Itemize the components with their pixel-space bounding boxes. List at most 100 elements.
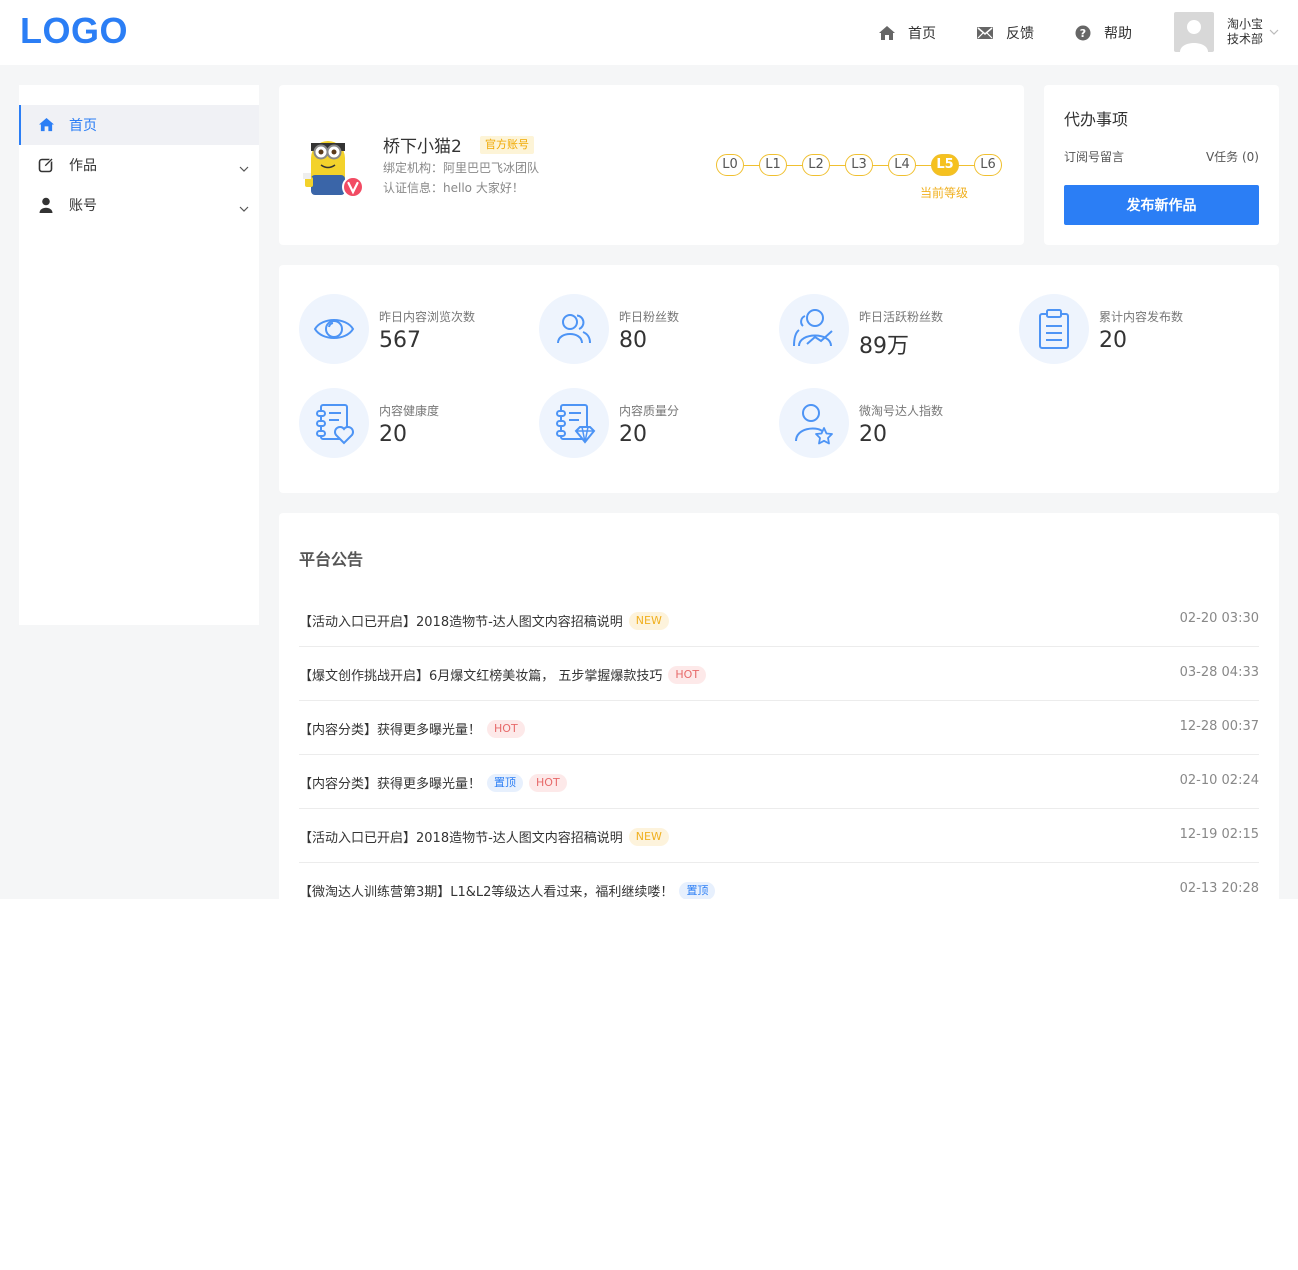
profile-org: 绑定机构：阿里巴巴飞冰团队: [383, 161, 540, 175]
hot-tag: HOT: [529, 773, 567, 792]
current-level-label: 当前等级: [920, 186, 969, 200]
stat-label: 微淘号达人指数: [859, 404, 944, 418]
notice-text: 【活动入口已开启】2018造物节-达人图文内容招稿说明: [299, 831, 623, 846]
sidebar: 首页 作品 账号: [19, 85, 259, 625]
official-badge: 官方账号: [480, 136, 534, 154]
chevron-down-icon: [239, 161, 249, 172]
stat-value: 20: [859, 422, 887, 447]
notice-title: 平台公告: [299, 550, 364, 569]
nav-home-label: 首页: [908, 25, 936, 42]
stat-item: 内容健康度 20: [279, 388, 499, 460]
todo-row-value[interactable]: V任务 (0): [1206, 148, 1259, 165]
sidebar-item-label: 账号: [69, 198, 97, 214]
level-l0: L0: [716, 154, 744, 176]
todo-card: 代办事项 订阅号留言 V任务 (0) 发布新作品: [1044, 85, 1279, 245]
new-tag: NEW: [628, 611, 669, 630]
sidebar-item-account[interactable]: 账号: [19, 185, 259, 225]
notice-time: 03-28 04:33: [1179, 665, 1259, 680]
chevron-down-icon: [1269, 24, 1279, 40]
notice-item[interactable]: 【爆文创作挑战开启】6月爆文红榜美妆篇， 五步掌握爆款技巧 HOT 03-28 …: [299, 647, 1259, 701]
health-icon: [299, 388, 369, 458]
chevron-down-icon: [239, 201, 249, 212]
nav-help[interactable]: ? 帮助: [1074, 0, 1132, 65]
nav-feedback[interactable]: 反馈: [976, 0, 1034, 65]
notice-item[interactable]: 【活动入口已开启】2018造物节-达人图文内容招稿说明 NEW 02-20 03…: [299, 593, 1259, 647]
stat-item: 累计内容发布数 20: [999, 294, 1219, 366]
new-tag: NEW: [628, 827, 669, 846]
level-l1: L1: [759, 154, 787, 176]
level-l5-current: L5: [931, 154, 959, 176]
stat-label: 昨日内容浏览次数: [379, 310, 476, 324]
notice-time: 12-28 00:37: [1179, 719, 1259, 734]
user-dept: 技术部: [1227, 32, 1264, 46]
publish-button[interactable]: 发布新作品: [1064, 185, 1259, 225]
nav-feedback-label: 反馈: [1006, 25, 1034, 42]
stat-item: 微淘号达人指数 20: [759, 388, 979, 460]
notice-text: 【微淘达人训练营第3期】L1&L2等级达人看过来，福利继续喽！: [299, 885, 674, 899]
stat-value: 89万: [859, 334, 909, 359]
user-name: 淘小宝: [1227, 17, 1264, 31]
nav-home[interactable]: 首页: [878, 0, 936, 65]
stat-label: 累计内容发布数: [1099, 310, 1184, 324]
level-l3: L3: [845, 154, 873, 176]
stat-label: 内容质量分: [619, 404, 680, 418]
sidebar-item-label: 作品: [69, 158, 97, 174]
edit-icon: [38, 157, 55, 174]
home-icon: [38, 117, 55, 134]
level-l6: L6: [974, 154, 1002, 176]
notice-item[interactable]: 【内容分类】获得更多曝光量！ 置顶 HOT 02-10 02:24: [299, 755, 1259, 809]
stat-value: 20: [379, 422, 407, 447]
user-icon: [38, 197, 55, 214]
clipboard-icon: [1019, 294, 1089, 364]
todo-title: 代办事项: [1064, 110, 1129, 129]
stats-card: 昨日内容浏览次数 567 昨日粉丝数 80 昨日活跃粉丝数 89万 累计内容发布…: [279, 265, 1279, 493]
active-fans-icon: [779, 294, 849, 364]
home-icon: [878, 24, 896, 42]
notice-time: 02-13 20:28: [1179, 881, 1259, 896]
notice-text: 【内容分类】获得更多曝光量！: [299, 723, 482, 738]
quality-icon: [539, 388, 609, 458]
nav-help-label: 帮助: [1104, 25, 1132, 42]
top-bar: LOGO 首页 反馈 ? 帮助 淘小宝 技术部: [0, 0, 1298, 65]
sidebar-item-home[interactable]: 首页: [19, 105, 259, 145]
fans-icon: [539, 294, 609, 364]
stat-value: 80: [619, 328, 647, 353]
notice-time: 12-19 02:15: [1179, 827, 1259, 842]
level-l2: L2: [802, 154, 830, 176]
svg-text:?: ?: [1080, 27, 1086, 40]
notice-text: 【内容分类】获得更多曝光量！: [299, 777, 482, 792]
stat-item: 昨日粉丝数 80: [519, 294, 739, 366]
profile-avatar: [301, 135, 367, 201]
avatar: [1174, 12, 1214, 52]
notice-item[interactable]: 【活动入口已开启】2018造物节-达人图文内容招稿说明 NEW 12-19 02…: [299, 809, 1259, 863]
eye-icon: [299, 294, 369, 364]
stat-label: 昨日粉丝数: [619, 310, 680, 324]
notice-time: 02-10 02:24: [1179, 773, 1259, 788]
profile-cert: 认证信息：hello 大家好！: [383, 181, 524, 195]
stat-label: 内容健康度: [379, 404, 440, 418]
todo-row-label: 订阅号留言: [1064, 150, 1125, 164]
sidebar-item-works[interactable]: 作品: [19, 145, 259, 185]
main-content: 首页 作品 账号 桥下小猫2 官方账号 绑定机构：阿里巴巴飞冰团队 认证信息：h…: [0, 65, 1298, 899]
mail-icon: [976, 24, 994, 42]
help-icon: ?: [1074, 24, 1092, 42]
logo[interactable]: LOGO: [20, 10, 128, 52]
hot-tag: HOT: [487, 719, 525, 738]
user-menu[interactable]: 淘小宝 技术部: [1174, 12, 1279, 52]
notice-time: 02-20 03:30: [1179, 611, 1259, 626]
stat-value: 20: [619, 422, 647, 447]
stat-value: 20: [1099, 328, 1127, 353]
level-l4: L4: [888, 154, 916, 176]
notice-text: 【活动入口已开启】2018造物节-达人图文内容招稿说明: [299, 615, 623, 630]
profile-name: 桥下小猫2: [383, 137, 462, 157]
pinned-tag: 置顶: [679, 881, 716, 899]
stat-label: 昨日活跃粉丝数: [859, 310, 944, 324]
stat-value: 567: [379, 328, 421, 353]
notice-item[interactable]: 【内容分类】获得更多曝光量！ HOT 12-28 00:37: [299, 701, 1259, 755]
stat-item: 昨日活跃粉丝数 89万: [759, 294, 979, 366]
notice-item[interactable]: 【微淘达人训练营第3期】L1&L2等级达人看过来，福利继续喽！ 置顶 02-13…: [299, 863, 1259, 899]
star-user-icon: [779, 388, 849, 458]
pinned-tag: 置顶: [487, 773, 524, 792]
notice-card: 平台公告 【活动入口已开启】2018造物节-达人图文内容招稿说明 NEW 02-…: [279, 513, 1279, 899]
stat-item: 昨日内容浏览次数 567: [279, 294, 499, 366]
